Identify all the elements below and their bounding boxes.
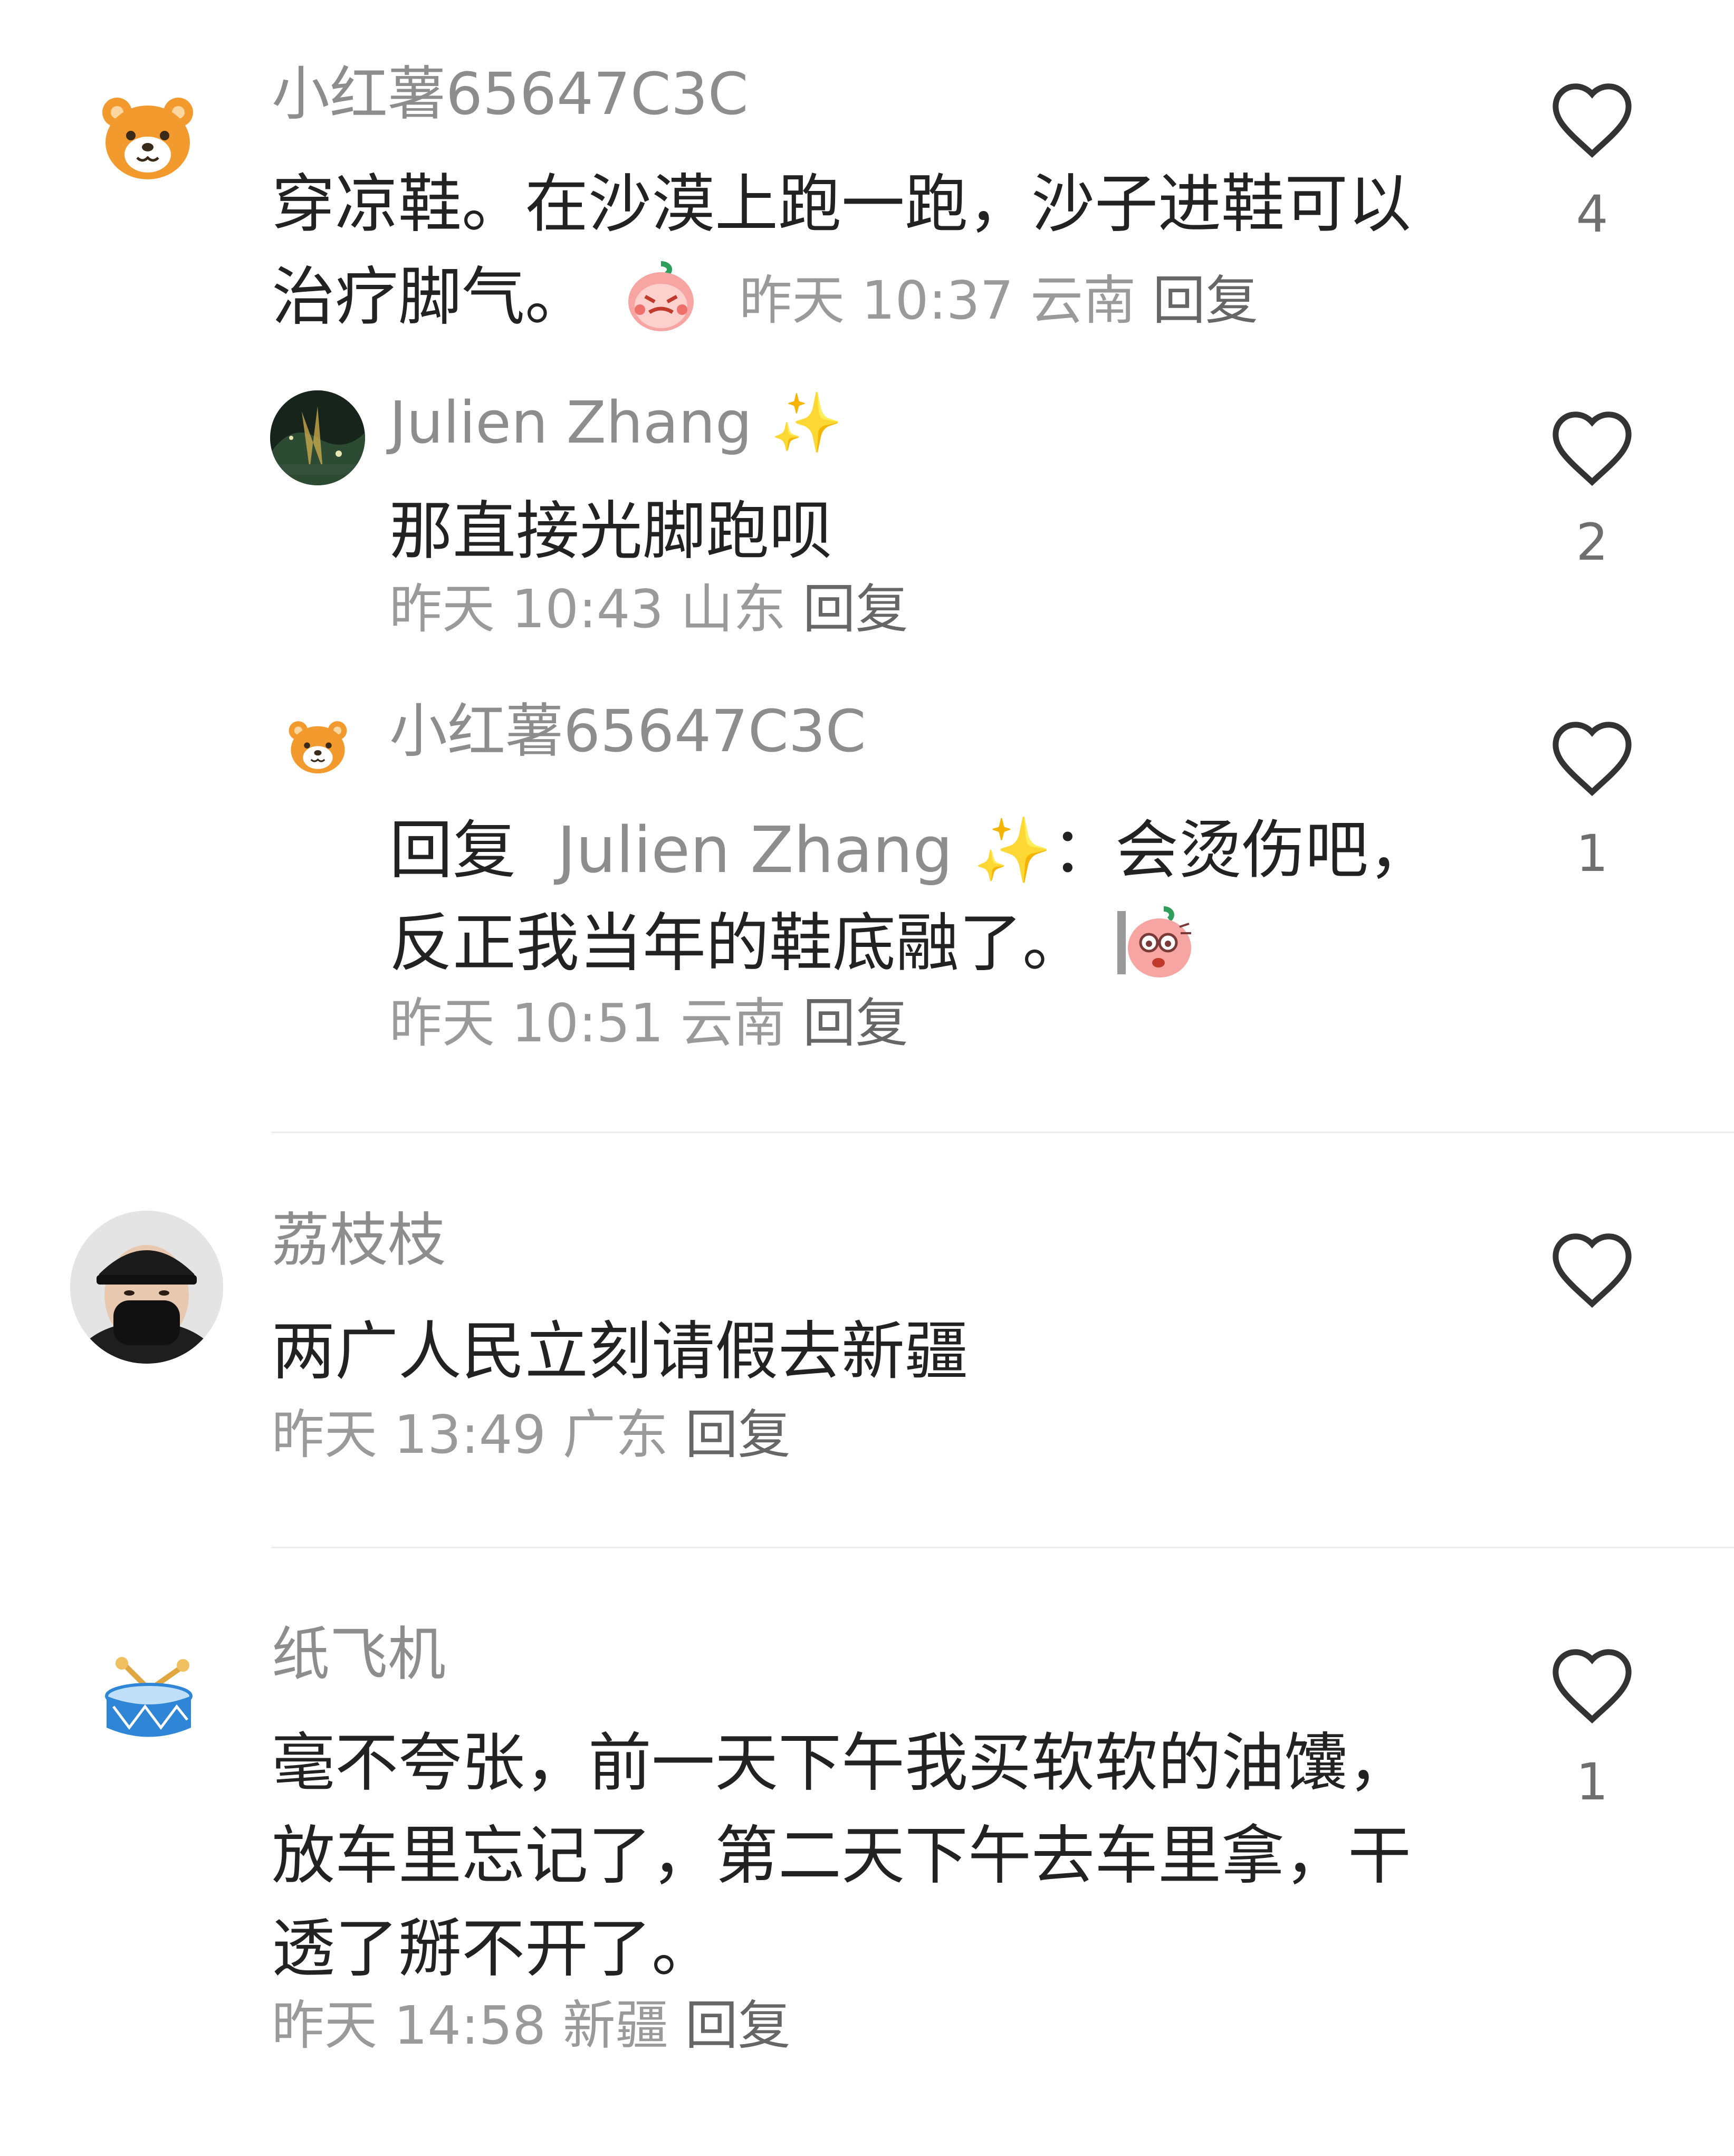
heart-icon xyxy=(1553,411,1632,486)
divider xyxy=(272,1547,1734,1548)
reply-username[interactable]: 小红薯65647C3C xyxy=(389,696,866,766)
avatar[interactable] xyxy=(70,1211,223,1364)
reply-text: 回复 Julien Zhang ✨：会烫伤吧，反正我当年的鞋底融了。 xyxy=(389,804,1444,1005)
reply-button[interactable]: 回复 xyxy=(803,578,908,640)
heart-icon xyxy=(1553,722,1632,797)
reply-prefix: 回复 xyxy=(389,814,516,887)
comment-location: 云南 xyxy=(1030,270,1136,331)
comment-time: 昨天 10:37 xyxy=(739,270,1014,331)
comment-location: 广东 xyxy=(562,1404,668,1465)
comment-meta: 昨天 13:49 广东 回复 xyxy=(272,1403,791,1467)
reply-username[interactable]: Julien Zhang ✨ xyxy=(389,388,843,457)
night-photo-avatar-icon xyxy=(270,390,365,485)
heart-icon xyxy=(1553,83,1632,158)
reply-location: 山东 xyxy=(680,578,786,640)
comment-location: 新疆 xyxy=(562,1995,668,2056)
heart-icon xyxy=(1553,1649,1632,1724)
comment-text: 毫不夸张，前一天下午我买软软的油馕，放车里忘记了，第二天下午去车里拿，干透了掰不… xyxy=(272,1727,1411,1986)
comment-username[interactable]: 荔枝枝 xyxy=(272,1205,446,1275)
reply-username-text: Julien Zhang xyxy=(389,389,752,456)
reply-text: 那直接光脚跑呗 xyxy=(389,495,832,568)
avatar[interactable] xyxy=(100,92,195,182)
mention-username[interactable]: Julien Zhang xyxy=(557,814,953,887)
avatar[interactable] xyxy=(270,390,365,485)
drum-avatar-icon xyxy=(105,1657,193,1737)
comment-username[interactable]: 纸飞机 xyxy=(272,1620,446,1689)
like-count: 4 xyxy=(1576,185,1608,244)
heart-icon xyxy=(1553,1233,1632,1308)
like-button[interactable] xyxy=(1539,79,1645,161)
avatar[interactable] xyxy=(103,1654,195,1743)
avatar[interactable] xyxy=(288,717,348,775)
reply-button[interactable]: 回复 xyxy=(685,1404,791,1465)
bear-avatar-icon xyxy=(289,721,347,774)
masked-person-avatar-icon xyxy=(70,1211,223,1364)
comment-text: 两广人民立刻请假去新疆 xyxy=(272,1315,968,1388)
reply-time: 昨天 10:43 xyxy=(389,578,664,640)
reply-button[interactable]: 回复 xyxy=(803,992,908,1054)
reply-meta: 昨天 10:51 云南 回复 xyxy=(389,992,908,1055)
divider xyxy=(272,1132,1734,1133)
sparkles-icon: ✨ xyxy=(973,814,1052,887)
comment-meta: 昨天 10:37 云南 回复 xyxy=(739,270,1258,331)
peach-emoji-icon xyxy=(624,260,698,359)
like-count: 2 xyxy=(1576,513,1608,572)
reply-button[interactable]: 回复 xyxy=(685,1995,791,2056)
peach-peek-emoji-icon xyxy=(1116,906,1195,1005)
reply-time: 昨天 10:51 xyxy=(389,992,664,1054)
comment-text: 穿凉鞋。在沙漠上跑一跑，沙子进鞋可以治疗脚气。 昨天 10:37 云南 回复 xyxy=(272,158,1443,359)
comment-time: 昨天 13:49 xyxy=(272,1404,546,1465)
comment-username[interactable]: 小红薯65647C3C xyxy=(272,59,749,129)
comment-meta: 昨天 14:58 新疆 回复 xyxy=(272,1994,791,2057)
reply-meta: 昨天 10:43 山东 回复 xyxy=(389,578,908,641)
reply-location: 云南 xyxy=(680,992,786,1054)
like-button[interactable] xyxy=(1539,717,1645,800)
like-count: 1 xyxy=(1576,1752,1608,1812)
like-button[interactable] xyxy=(1539,1645,1645,1727)
bear-avatar-icon xyxy=(102,98,193,179)
comment-time: 昨天 14:58 xyxy=(272,1995,546,2056)
sparkles-icon: ✨ xyxy=(770,389,843,456)
like-button[interactable] xyxy=(1539,407,1645,490)
reply-button[interactable]: 回复 xyxy=(1153,270,1258,331)
like-count: 1 xyxy=(1576,824,1608,883)
like-button[interactable] xyxy=(1539,1229,1645,1311)
reply-separator: ： xyxy=(1051,814,1115,887)
